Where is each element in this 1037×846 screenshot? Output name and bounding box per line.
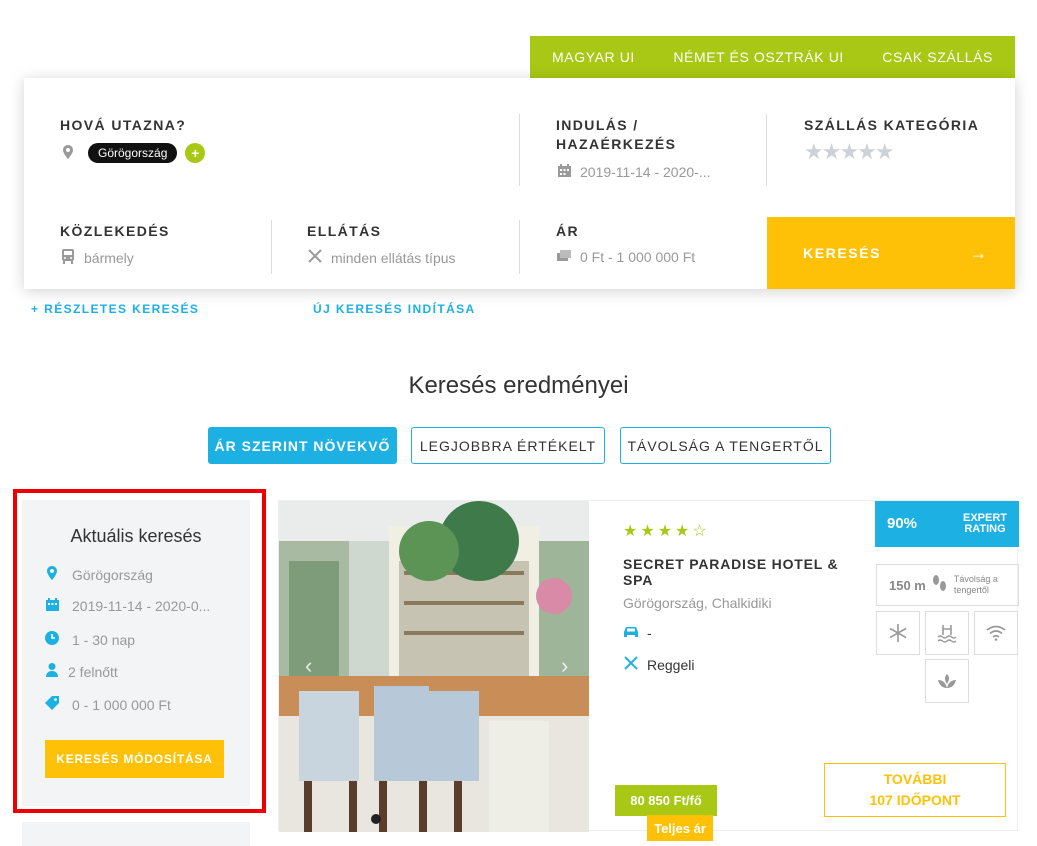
cutlery-icon: [623, 656, 639, 673]
more-dates-line-1: TOVÁBBI: [883, 771, 947, 787]
board-label: ELLÁTÁS: [307, 223, 382, 239]
tab-csak-szallas[interactable]: CSAK SZÁLLÁS: [882, 49, 993, 65]
price-value: 0 Ft - 1 000 000 Ft: [580, 249, 696, 265]
top-tabs: MAGYAR UI NÉMET ÉS OSZTRÁK UI CSAK SZÁLL…: [530, 36, 1015, 78]
bus-icon: [60, 249, 76, 267]
divider: [271, 220, 272, 274]
sea-distance-label-line-2: tengertől: [953, 585, 989, 595]
sea-distance-label: Távolság a tengertől: [954, 574, 998, 596]
price-type-badge: Teljes ár: [647, 815, 713, 841]
price-badge: 80 850 Ft/fő: [615, 785, 717, 816]
tab-nemet-osztrak-ui[interactable]: NÉMET ÉS OSZTRÁK UI: [673, 49, 844, 65]
dates-value: 2019-11-14 - 2020-...: [580, 164, 711, 180]
category-label: SZÁLLÁS KATEGÓRIA: [804, 117, 980, 133]
chevron-right-icon[interactable]: ›: [561, 653, 568, 679]
board-field[interactable]: ELLÁTÁS minden ellátás típus: [307, 222, 456, 266]
transport-field[interactable]: KÖZLEKEDÉS bármely: [60, 222, 170, 267]
pool-icon: [925, 611, 969, 655]
sort-best-rated-button[interactable]: LEGJOBBRA ÉRTÉKELT: [411, 427, 605, 464]
rating-percent: 90%: [887, 515, 918, 532]
hotel-board: Reggeli: [623, 656, 694, 673]
footprints-icon: [932, 574, 948, 596]
cutlery-icon: [307, 249, 323, 266]
add-destination-button[interactable]: +: [185, 143, 206, 163]
carousel-dot[interactable]: [371, 814, 381, 824]
rating-label: EXPERT RATING: [963, 513, 1007, 535]
sidebar-filter-card: [22, 822, 250, 846]
wifi-icon: [974, 611, 1018, 655]
map-pin-icon: [60, 144, 76, 162]
search-button-label: KERESÉS: [803, 245, 882, 261]
arrow-right-icon: →: [969, 242, 989, 263]
calendar-icon: [556, 164, 572, 180]
sea-distance-value: 150 m: [889, 577, 926, 593]
sort-distance-button[interactable]: TÁVOLSÁG A TENGERTŐL: [620, 427, 831, 464]
advanced-search-link[interactable]: + RÉSZLETES KERESÉS: [31, 302, 199, 316]
price-label: ÁR: [556, 223, 580, 239]
divider: [519, 220, 520, 274]
more-dates-button[interactable]: TOVÁBBI 107 IDŐPONT: [824, 763, 1006, 817]
hotel-board-value: Reggeli: [647, 656, 695, 673]
tab-magyar-ui[interactable]: MAGYAR UI: [552, 49, 635, 65]
star-icon[interactable]: ★★★★★: [804, 139, 895, 164]
hotel-name[interactable]: SECRET PARADISE HOTEL & SPA: [623, 556, 843, 588]
dates-field[interactable]: INDULÁS / HAZAÉRKEZÉS 2019-11-14 - 2020-…: [556, 116, 736, 180]
new-search-link[interactable]: ÚJ KERESÉS INDÍTÁSA: [313, 302, 476, 316]
category-field[interactable]: SZÁLLÁS KATEGÓRIA ★★★★★: [804, 116, 979, 165]
hotel-stars: ★★★★☆: [623, 523, 710, 540]
chevron-left-icon[interactable]: ‹: [305, 653, 312, 679]
highlight-box: [13, 489, 266, 813]
destination-field[interactable]: HOVÁ UTAZNA? Görögország +: [60, 116, 206, 163]
destination-label: HOVÁ UTAZNA?: [60, 117, 187, 133]
dates-label: INDULÁS / HAZAÉRKEZÉS: [556, 117, 677, 152]
transport-label: KÖZLEKEDÉS: [60, 223, 170, 239]
hotel-card[interactable]: ‹ › ★★★★☆ SECRET PARADISE HOTEL & SPA Gö…: [278, 500, 1019, 841]
search-panel: HOVÁ UTAZNA? Görögország + INDULÁS / HAZ…: [24, 78, 1015, 289]
divider: [519, 114, 520, 186]
car-icon: [623, 625, 639, 641]
divider: [766, 114, 767, 186]
sort-price-asc-button[interactable]: ÁR SZERINT NÖVEKVŐ: [208, 427, 397, 464]
spa-icon: [925, 659, 969, 703]
money-icon: [556, 249, 572, 265]
rating-label-line-2: RATING: [964, 523, 1006, 535]
hotel-location: Görögország, Chalkidiki: [623, 595, 772, 611]
snowflake-icon: [876, 611, 920, 655]
category-stars[interactable]: ★★★★★: [804, 139, 979, 165]
hotel-transport-value: -: [647, 625, 652, 641]
search-button[interactable]: KERESÉS →: [767, 217, 1015, 289]
hotel-photo[interactable]: ‹ ›: [279, 501, 589, 832]
price-field[interactable]: ÁR 0 Ft - 1 000 000 Ft: [556, 222, 695, 265]
destination-chip[interactable]: Görögország: [88, 143, 178, 163]
hotel-transport: -: [623, 625, 652, 641]
expert-rating-badge: 90% EXPERT RATING: [875, 501, 1019, 547]
sea-distance-label-line-1: Távolság a: [953, 574, 998, 584]
transport-value: bármely: [84, 250, 134, 266]
sea-distance: 150 m Távolság a tengertől: [876, 564, 1019, 606]
results-title: Keresés eredményei: [408, 372, 629, 399]
more-dates-line-2: 107 IDŐPONT: [869, 792, 961, 808]
board-value: minden ellátás típus: [331, 249, 456, 266]
